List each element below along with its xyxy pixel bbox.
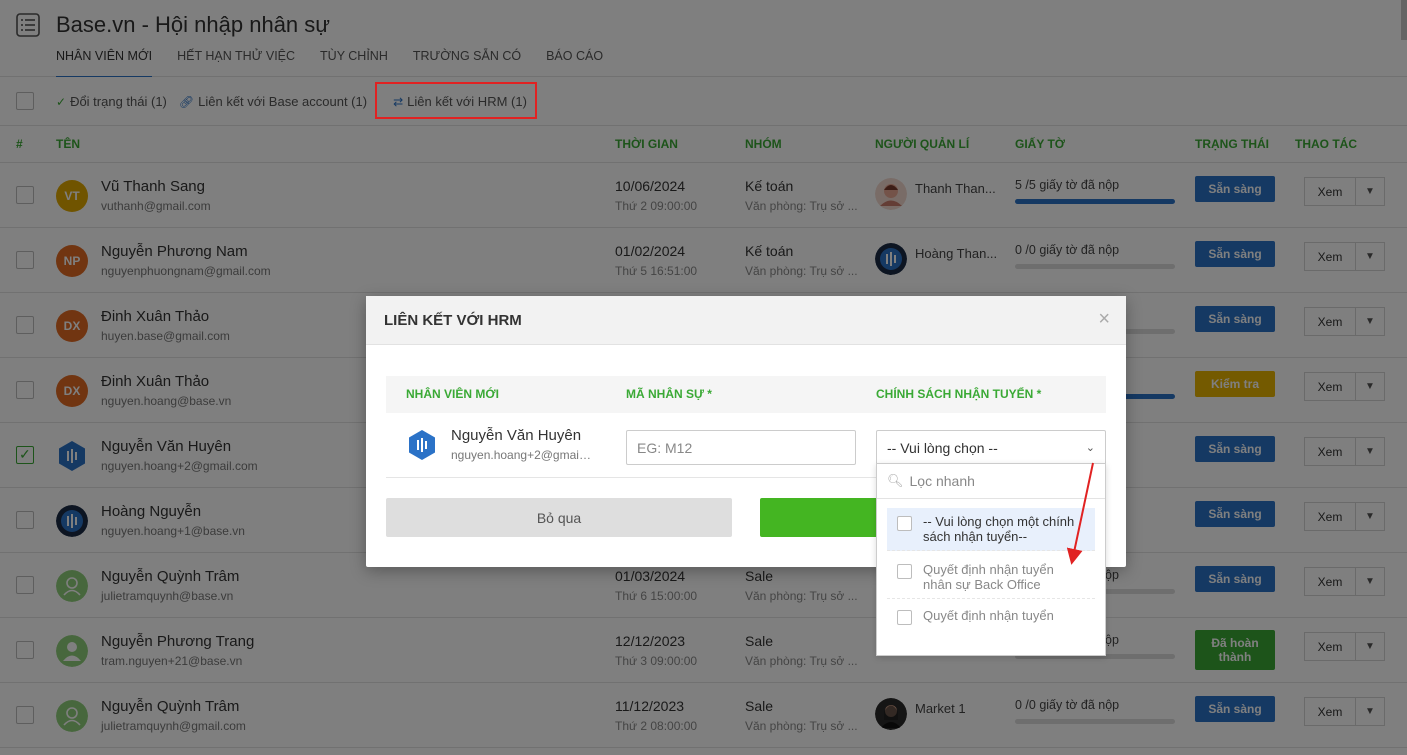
option-label: -- Vui lòng chọn một chính sách nhận tuy… xyxy=(923,514,1075,544)
modal-employee-email: nguyen.hoang+2@gmail.com xyxy=(451,448,593,462)
hiring-policy-value: -- Vui lòng chọn -- xyxy=(887,439,998,456)
col-employee-code: MÃ NHÂN SỰ * xyxy=(626,387,712,401)
dropdown-option[interactable]: Quyết định nhận tuyển nhân sự Back Offic… xyxy=(887,556,1095,599)
option-label: Quyết định nhận tuyển nhân sự Back Offic… xyxy=(923,562,1054,592)
modal-title: LIÊN KẾT VỚI HRM xyxy=(384,312,522,329)
col-hiring-policy: CHÍNH SÁCH NHẬN TUYỂN * xyxy=(876,387,1042,401)
modal-table-header: NHÂN VIÊN MỚI MÃ NHÂN SỰ * CHÍNH SÁCH NH… xyxy=(386,376,1106,413)
hiring-policy-select[interactable]: -- Vui lòng chọn -- ⌄ xyxy=(876,430,1106,465)
option-checkbox[interactable] xyxy=(897,610,912,625)
employee-code-input[interactable] xyxy=(626,430,856,465)
close-icon[interactable]: × xyxy=(1098,308,1110,331)
chevron-down-icon: ⌄ xyxy=(1085,442,1095,454)
highlight-box xyxy=(375,82,537,119)
dropdown-option[interactable]: Quyết định nhận tuyển xyxy=(887,602,1095,629)
dropdown-search: 🔍︎ xyxy=(877,464,1105,499)
modal-header: LIÊN KẾT VỚI HRM × xyxy=(366,296,1126,345)
dropdown-option[interactable]: -- Vui lòng chọn một chính sách nhận tuy… xyxy=(887,508,1095,551)
quick-filter-input[interactable] xyxy=(909,473,1090,489)
hiring-policy-dropdown: 🔍︎ -- Vui lòng chọn một chính sách nhận … xyxy=(876,463,1106,656)
modal-employee-name: Nguyễn Văn Huyên xyxy=(451,427,582,444)
option-checkbox[interactable] xyxy=(897,516,912,531)
skip-button[interactable]: Bỏ qua xyxy=(386,498,732,537)
col-new-employee: NHÂN VIÊN MỚI xyxy=(406,387,499,401)
search-icon: 🔍︎ xyxy=(887,473,904,488)
option-checkbox[interactable] xyxy=(897,564,912,579)
base-hexagon-avatar xyxy=(409,430,435,460)
option-label: Quyết định nhận tuyển xyxy=(923,608,1054,623)
